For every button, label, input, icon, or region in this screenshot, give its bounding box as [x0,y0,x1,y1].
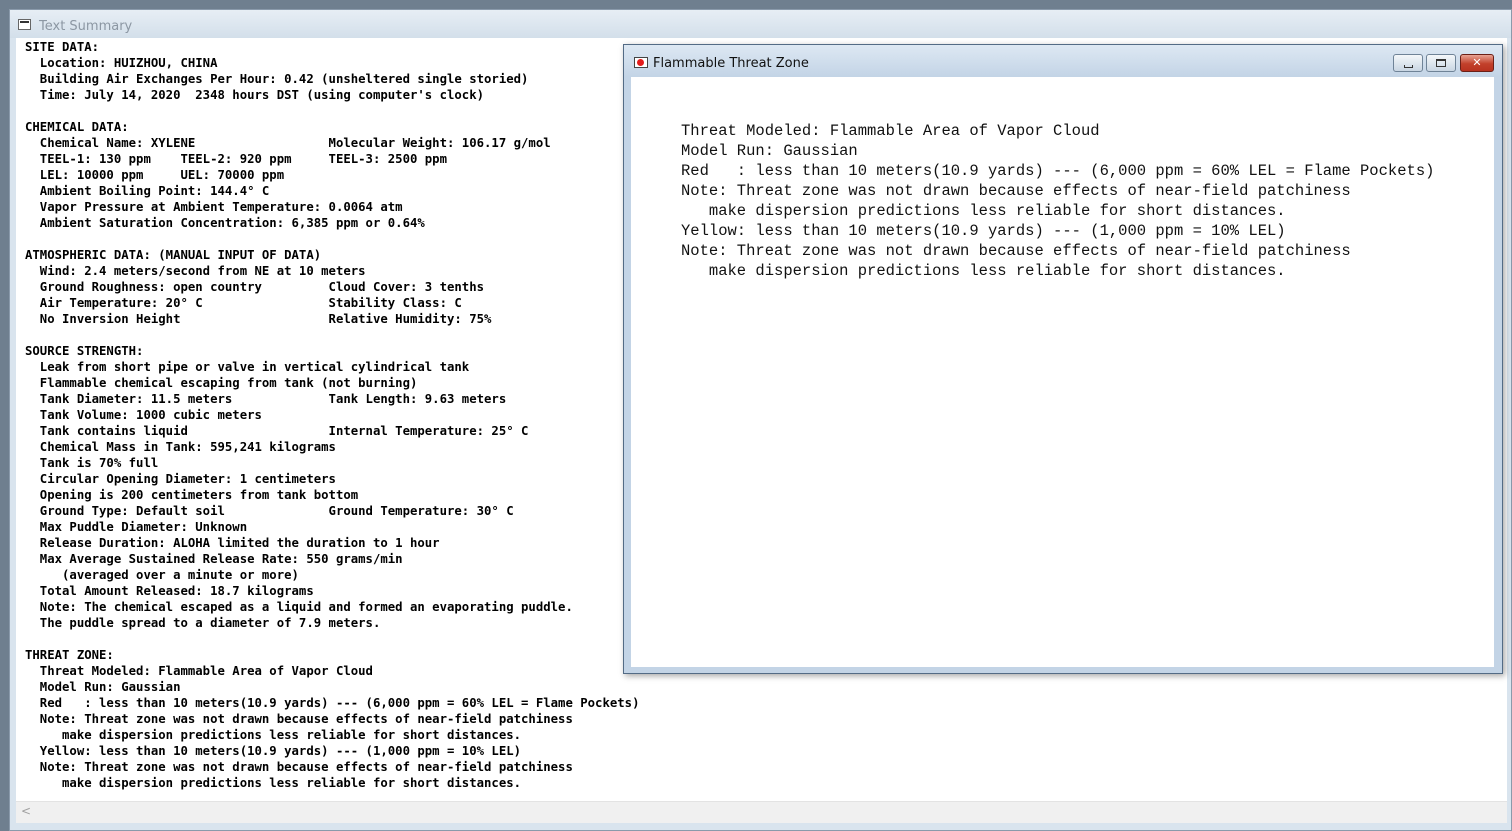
summary-line: Tank Volume: 1000 cubic meters [25,408,262,422]
maximize-button[interactable] [1426,54,1456,72]
summary-line: Release Duration: ALOHA limited the dura… [25,536,440,550]
close-icon: ✕ [1472,56,1482,69]
summary-line: SITE DATA: [25,40,100,54]
summary-line: Red : less than 10 meters(10.9 yards) --… [25,696,640,710]
threat-line: Yellow: less than 10 meters(10.9 yards) … [681,222,1286,240]
document-window-icon [18,19,31,30]
summary-line: Chemical Mass in Tank: 595,241 kilograms [25,440,336,454]
summary-line: THREAT ZONE: [25,648,114,662]
summary-line: Circular Opening Diameter: 1 centimeters [25,472,336,486]
threat-zone-title: Flammable Threat Zone [653,56,809,71]
summary-line: make dispersion predictions less reliabl… [25,728,522,742]
threat-line: Model Run: Gaussian [681,142,858,160]
maximize-icon [1436,59,1446,67]
summary-line: CHEMICAL DATA: [25,120,129,134]
summary-line: Time: July 14, 2020 2348 hours DST (usin… [25,88,485,102]
minimize-button[interactable] [1393,54,1423,72]
text-summary-title-bar[interactable]: Text Summary [10,10,1511,38]
horizontal-scrollbar[interactable]: < [16,801,1507,823]
threat-line: make dispersion predictions less reliabl… [681,202,1286,220]
summary-line: The puddle spread to a diameter of 7.9 m… [25,616,381,630]
summary-line: make dispersion predictions less reliabl… [25,776,522,790]
summary-line: Location: HUIZHOU, CHINA [25,56,218,70]
close-button[interactable]: ✕ [1460,54,1494,72]
summary-line: Ground Type: Default soil Ground Tempera… [25,504,514,518]
summary-line: Ground Roughness: open country Cloud Cov… [25,280,485,294]
summary-line: Total Amount Released: 18.7 kilograms [25,584,314,598]
threat-zone-text: Threat Modeled: Flammable Area of Vapor … [681,121,1434,281]
summary-line: Tank is 70% full [25,456,159,470]
summary-line: LEL: 10000 ppm UEL: 70000 ppm [25,168,285,182]
summary-line: TEEL-1: 130 ppm TEEL-2: 920 ppm TEEL-3: … [25,152,447,166]
scroll-left-arrow-icon[interactable]: < [21,804,31,818]
summary-line: Yellow: less than 10 meters(10.9 yards) … [25,744,522,758]
threat-zone-icon [634,57,648,68]
summary-line: Leak from short pipe or valve in vertica… [25,360,470,374]
summary-line: Air Temperature: 20° C Stability Class: … [25,296,462,310]
summary-line: Chemical Name: XYLENE Molecular Weight: … [25,136,551,150]
summary-line: Opening is 200 centimeters from tank bot… [25,488,359,502]
text-summary-title: Text Summary [39,19,133,34]
summary-line: Vapor Pressure at Ambient Temperature: 0… [25,200,403,214]
summary-line: SOURCE STRENGTH: [25,344,144,358]
flammable-threat-zone-window: Flammable Threat Zone ✕ Threat Modeled: … [623,44,1503,674]
summary-line: Building Air Exchanges Per Hour: 0.42 (u… [25,72,529,86]
summary-line: Tank contains liquid Internal Temperatur… [25,424,529,438]
summary-line: ATMOSPHERIC DATA: (MANUAL INPUT OF DATA) [25,248,322,262]
summary-line: Ambient Saturation Concentration: 6,385 … [25,216,425,230]
summary-line: Flammable chemical escaping from tank (n… [25,376,418,390]
summary-line: Tank Diameter: 11.5 meters Tank Length: … [25,392,507,406]
threat-line: Threat Modeled: Flammable Area of Vapor … [681,122,1100,140]
threat-zone-content[interactable]: Threat Modeled: Flammable Area of Vapor … [631,77,1494,667]
minimize-icon [1403,65,1413,68]
summary-line: Note: Threat zone was not drawn because … [25,712,573,726]
summary-line: Max Average Sustained Release Rate: 550 … [25,552,403,566]
summary-text: SITE DATA: Location: HUIZHOU, CHINA Buil… [25,39,639,791]
summary-line: Max Puddle Diameter: Unknown [25,520,248,534]
threat-zone-title-bar[interactable]: Flammable Threat Zone ✕ [624,45,1502,77]
threat-line: Note: Threat zone was not drawn because … [681,182,1351,200]
summary-line: Note: Threat zone was not drawn because … [25,760,573,774]
threat-line: Red : less than 10 meters(10.9 yards) --… [681,162,1435,180]
summary-line: Model Run: Gaussian [25,680,181,694]
summary-line: Ambient Boiling Point: 144.4° C [25,184,270,198]
threat-line: Note: Threat zone was not drawn because … [681,242,1351,260]
summary-line: (averaged over a minute or more) [25,568,299,582]
threat-line: make dispersion predictions less reliabl… [681,262,1286,280]
summary-line: Threat Modeled: Flammable Area of Vapor … [25,664,373,678]
summary-line: Wind: 2.4 meters/second from NE at 10 me… [25,264,366,278]
summary-line: No Inversion Height Relative Humidity: 7… [25,312,492,326]
summary-line: Note: The chemical escaped as a liquid a… [25,600,573,614]
